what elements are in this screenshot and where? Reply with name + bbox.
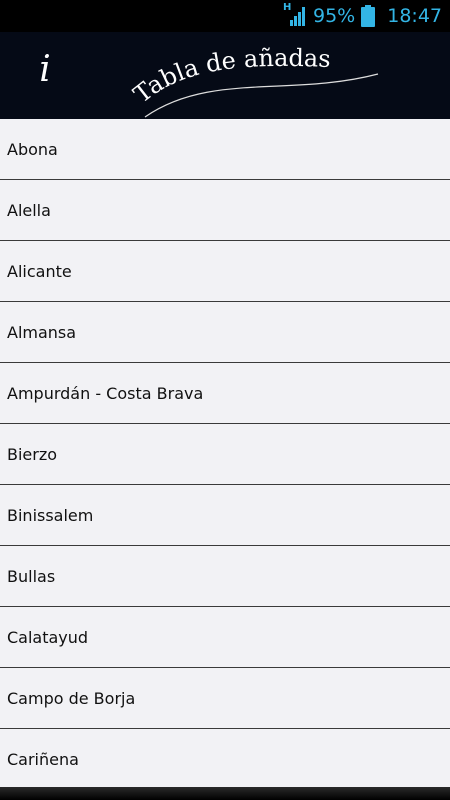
list-item-label: Calatayud [7, 627, 89, 647]
status-bar: H 95% 18:47 [0, 0, 450, 32]
list-item[interactable]: Binissalem [0, 485, 450, 546]
list-item-label: Binissalem [7, 505, 94, 525]
list-item-label: Bullas [7, 566, 56, 586]
info-icon[interactable]: i [30, 48, 60, 92]
app-title-logo: Tabla de añadas [128, 44, 379, 118]
list-item[interactable]: Cariñena [0, 729, 450, 787]
network-type-label: H [283, 2, 292, 13]
list-item-label: Bierzo [7, 444, 58, 464]
list-item[interactable]: Almansa [0, 302, 450, 363]
bottom-edge [0, 787, 450, 800]
battery-icon [361, 5, 376, 27]
list-item-label: Campo de Borja [7, 688, 136, 708]
list-item[interactable]: Bullas [0, 546, 450, 607]
list-item[interactable]: Ampurdán - Costa Brava [0, 363, 450, 424]
app-title: Tabla de añadas [128, 44, 331, 109]
list-item[interactable]: Campo de Borja [0, 668, 450, 729]
list-item[interactable]: Calatayud [0, 607, 450, 668]
list-item-label: Abona [7, 139, 58, 159]
list-item[interactable]: Alella [0, 180, 450, 241]
list-item[interactable]: Alicante [0, 241, 450, 302]
list-item-label: Alella [7, 200, 51, 220]
list-item[interactable]: Abona [0, 119, 450, 180]
list-item-label: Almansa [7, 322, 77, 342]
signal-indicator: H [283, 2, 307, 28]
list-item-label: Cariñena [7, 749, 79, 769]
clock: 18:47 [387, 5, 442, 27]
list-item-label: Ampurdán - Costa Brava [7, 383, 204, 403]
list-item-label: Alicante [7, 261, 72, 281]
battery-percent: 95% [313, 5, 356, 27]
region-list: Abona Alella Alicante Almansa Ampurdán -… [0, 119, 450, 787]
list-item[interactable]: Bierzo [0, 424, 450, 485]
status-icons: H 95% 18:47 [283, 0, 442, 32]
